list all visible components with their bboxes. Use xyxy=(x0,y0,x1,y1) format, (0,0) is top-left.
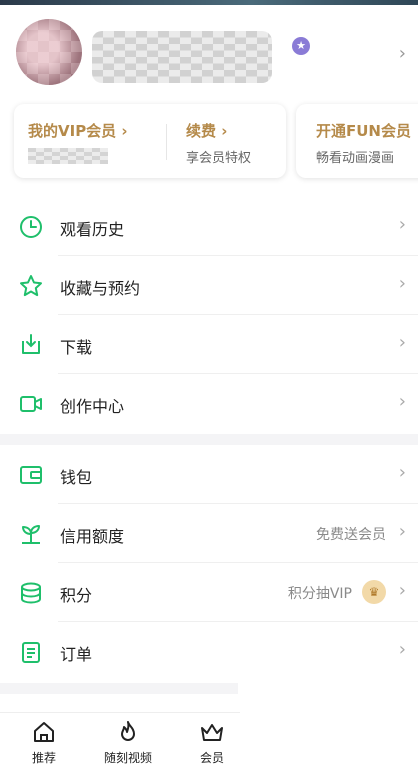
vip-cards: 我的VIP会员 › 续费 › 享会员特权 开通FUN会员 畅看动画漫画 xyxy=(14,104,418,180)
username-blurred xyxy=(92,31,272,83)
sprout-icon xyxy=(22,525,40,544)
tab-vip[interactable]: 会员 xyxy=(172,719,252,766)
menu-group-2: 钱包 › 信用额度 免费送会员 › 积分 积分抽VIP ♛ › 订单 › xyxy=(0,445,418,681)
crown-icon xyxy=(201,724,223,741)
tab-suike-video[interactable]: 随刻视频 xyxy=(88,719,168,766)
home-icon xyxy=(34,722,54,742)
chevron-right-icon: › xyxy=(398,214,406,235)
video-camera-icon xyxy=(20,396,42,412)
clipboard-icon xyxy=(22,642,40,663)
fun-vip-card[interactable]: 开通FUN会员 畅看动画漫画 xyxy=(296,104,418,178)
chevron-right-icon: › xyxy=(398,462,406,483)
star-icon xyxy=(20,275,42,297)
hexagon-star-icon[interactable]: ★ xyxy=(292,37,310,55)
menu-label: 积分 xyxy=(60,586,93,605)
fun-vip-subtitle: 畅看动画漫画 xyxy=(316,151,395,166)
menu-label: 观看历史 xyxy=(60,220,125,239)
bottom-nav: 推荐 随刻视频 会员 xyxy=(0,712,240,770)
menu-label: 收藏与预约 xyxy=(60,279,141,298)
menu-group-1: 观看历史 › 收藏与预约 › 下载 › 创作中心 › xyxy=(0,197,418,433)
download-icon xyxy=(22,334,40,354)
chevron-right-icon[interactable]: › xyxy=(399,43,406,64)
menu-item-favorites[interactable]: 收藏与预约 › xyxy=(0,256,418,315)
menu-label: 订单 xyxy=(60,645,93,664)
chevron-right-icon: › xyxy=(398,580,406,601)
avatar[interactable] xyxy=(16,19,82,85)
menu-item-orders[interactable]: 订单 › xyxy=(0,622,418,681)
chevron-right-icon: › xyxy=(398,273,406,294)
chevron-right-icon: › xyxy=(398,391,406,412)
chevron-right-icon: › xyxy=(398,639,406,660)
vip-status-blurred xyxy=(28,148,108,164)
menu-item-credit[interactable]: 信用额度 免费送会员 › xyxy=(0,504,418,563)
tab-label: 推荐 xyxy=(31,751,56,765)
chevron-right-icon: › xyxy=(398,332,406,353)
fun-vip-link[interactable]: 开通FUN会员 xyxy=(316,120,411,141)
clock-icon xyxy=(20,216,42,238)
section-gap xyxy=(0,683,238,694)
wallet-icon xyxy=(20,466,42,484)
tab-recommend[interactable]: 推荐 xyxy=(4,719,84,766)
crown-coin-icon: ♛ xyxy=(362,580,386,604)
menu-label: 信用额度 xyxy=(60,527,125,546)
tab-label: 会员 xyxy=(199,751,224,765)
chevron-right-icon: › xyxy=(398,521,406,542)
menu-label: 下载 xyxy=(60,338,93,357)
menu-item-wallet[interactable]: 钱包 › xyxy=(0,445,418,504)
coins-stack-icon xyxy=(21,582,41,604)
credit-promo-text: 免费送会员 xyxy=(316,527,386,543)
menu-item-creator-center[interactable]: 创作中心 › xyxy=(0,374,418,433)
divider xyxy=(166,124,167,160)
profile-header[interactable]: ★ › xyxy=(0,5,418,100)
menu-label: 钱包 xyxy=(60,468,93,487)
renew-link[interactable]: 续费 › xyxy=(186,120,227,141)
menu-label: 创作中心 xyxy=(60,397,125,416)
menu-item-download[interactable]: 下载 › xyxy=(0,315,418,374)
points-promo-text: 积分抽VIP xyxy=(287,586,352,602)
section-gap xyxy=(0,434,418,445)
flame-icon xyxy=(121,721,135,741)
my-vip-link[interactable]: 我的VIP会员 › xyxy=(28,120,128,141)
tab-label: 随刻视频 xyxy=(103,751,152,765)
menu-item-history[interactable]: 观看历史 › xyxy=(0,197,418,256)
menu-item-points[interactable]: 积分 积分抽VIP ♛ › xyxy=(0,563,418,622)
my-vip-card[interactable]: 我的VIP会员 › 续费 › 享会员特权 xyxy=(14,104,286,178)
renew-subtitle: 享会员特权 xyxy=(186,151,252,166)
